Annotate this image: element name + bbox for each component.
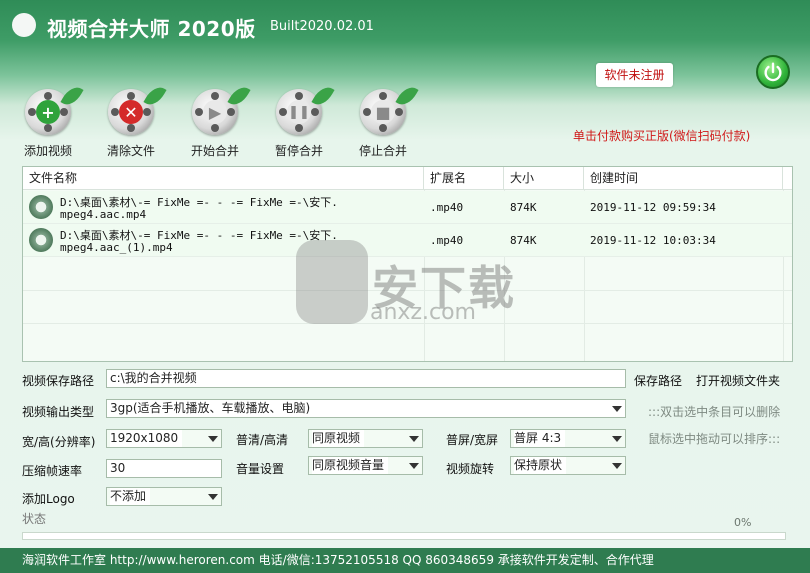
quality-label: 普清/高清 [236,433,289,447]
add-video-button[interactable]: + 添加视频 [20,82,84,159]
resolution-value: 1920x1080 [110,430,183,447]
start-merge-button[interactable]: ▶ 开始合并 [187,82,251,159]
power-icon [764,62,782,82]
logo-label: 添加Logo [22,492,75,506]
output-type-label: 视频输出类型 [22,405,95,419]
file-size: 874K [510,201,537,214]
output-type-select[interactable]: 3gp(适合手机播放、车载播放、电脑) [106,399,626,418]
chevron-down-icon [612,463,622,469]
chevron-down-icon [612,436,622,442]
video-file-icon [29,195,53,219]
pause-merge-button[interactable]: ❚❚ 暂停合并 [271,82,335,159]
resolution-label: 宽/高(分辨率) [22,435,96,449]
app-title: 视频合并大师 2020版 [47,17,256,41]
file-name: mpeg4.aac_(1).mp4 [60,241,173,254]
stop-merge-label: 停止合并 [358,144,407,158]
logo-select[interactable]: 不添加 [106,487,222,506]
play-icon: ▶ [203,100,227,124]
film-reel-icon: ✕ [108,82,167,135]
open-folder-button[interactable]: 打开视频文件夹 [696,372,780,389]
chevron-down-icon [208,494,218,500]
resolution-select[interactable]: 1920x1080 [106,429,222,448]
volume-label: 音量设置 [236,462,285,476]
file-created: 2019-11-12 09:59:34 [590,201,716,214]
stop-merge-button[interactable]: ■ 停止合并 [355,82,419,159]
quality-value: 同原视频 [312,430,365,447]
aspect-label: 普屏/宽屏 [446,433,499,447]
hint-drag-sort: 鼠标选中拖动可以排序::: [648,432,781,446]
pause-merge-label: 暂停合并 [274,144,323,158]
column-header-filename[interactable]: 文件名称 [23,167,424,190]
framerate-label: 压缩帧速率 [22,464,83,478]
start-merge-label: 开始合并 [190,144,239,158]
app-logo-circle [12,13,36,37]
chevron-down-icon [409,463,419,469]
aspect-select[interactable]: 普屏 4:3 [510,429,626,448]
watermark-shield-icon [296,240,368,324]
file-name: mpeg4.aac.mp4 [60,208,147,221]
chevron-down-icon [612,406,622,412]
save-path-button[interactable]: 保存路径 [634,372,682,389]
column-header-extension[interactable]: 扩展名 [424,167,504,190]
register-button[interactable]: 软件未注册 [596,63,673,87]
progress-text: 0% [734,516,752,529]
add-video-label: 添加视频 [23,144,72,158]
file-extension: .mp40 [430,201,464,214]
framerate-input[interactable]: 30 [106,459,222,478]
rotate-label: 视频旋转 [446,462,495,476]
stop-icon: ■ [371,100,395,124]
buy-link[interactable]: 单击付款购买正版(微信扫码付款) [573,127,750,144]
hint-double-click: :::双击选中条目可以删除 [648,405,781,419]
power-button[interactable] [756,55,790,89]
chevron-down-icon [208,436,218,442]
column-header-created[interactable]: 创建时间 [584,167,783,190]
column-header-size[interactable]: 大小 [504,167,584,190]
watermark-url: anxz.com [370,300,476,325]
table-row[interactable]: D:\桌面\素材\-= FixMe =- - -= FixMe =-\安下. m… [23,191,792,224]
film-reel-icon: ❚❚ [276,82,335,135]
logo-value: 不添加 [110,488,151,505]
volume-value: 同原视频音量 [312,457,389,474]
video-file-icon [29,228,53,252]
quality-select[interactable]: 同原视频 [308,429,423,448]
table-header: 文件名称 扩展名 大小 创建时间 [23,167,792,190]
plus-icon: + [36,100,60,124]
output-type-value: 3gp(适合手机播放、车载播放、电脑) [110,401,311,415]
rotate-value: 保持原状 [514,457,567,474]
save-path-label: 视频保存路径 [22,374,95,388]
file-size: 874K [510,234,537,247]
build-version: Built2020.02.01 [270,19,374,34]
footer-contact: 海润软件工作室 http://www.heroren.com 电话/微信:137… [0,548,810,573]
progress-bar [22,532,786,540]
file-created: 2019-11-12 10:03:34 [590,234,716,247]
clear-files-label: 清除文件 [106,144,155,158]
pause-icon: ❚❚ [287,100,311,124]
x-icon: ✕ [119,100,143,124]
film-reel-icon: ▶ [192,82,251,135]
volume-select[interactable]: 同原视频音量 [308,456,423,475]
film-reel-icon: ■ [360,82,419,135]
save-path-input[interactable]: c:\我的合并视频 [106,369,626,388]
aspect-value: 普屏 4:3 [514,430,566,447]
film-reel-icon: + [25,82,84,135]
rotate-select[interactable]: 保持原状 [510,456,626,475]
clear-files-button[interactable]: ✕ 清除文件 [103,82,167,159]
file-extension: .mp40 [430,234,464,247]
chevron-down-icon [409,436,419,442]
status-label: 状态 [22,512,47,526]
